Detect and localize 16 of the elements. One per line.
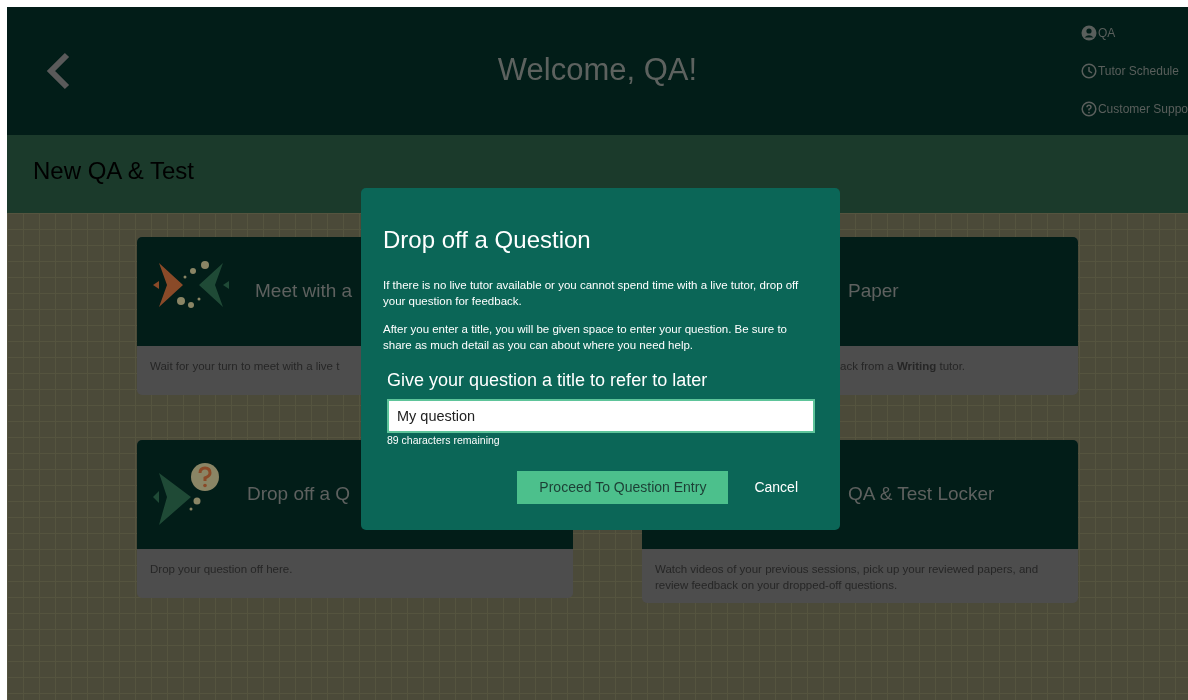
cancel-button[interactable]: Cancel xyxy=(754,470,798,504)
fish-question-icon xyxy=(153,462,221,527)
menu-link[interactable]: Tutor Schedule xyxy=(1080,61,1188,81)
menu-link[interactable]: Customer Suppo xyxy=(1080,99,1188,119)
title-input-field[interactable]: My question xyxy=(387,398,815,433)
user-icon xyxy=(1080,25,1097,41)
card-title: Meet with a xyxy=(255,280,353,303)
menu-link[interactable]: QA xyxy=(1080,23,1188,43)
page-title: Welcome, QA! xyxy=(497,51,698,89)
help-icon xyxy=(1080,101,1097,117)
clock-icon xyxy=(1080,63,1097,79)
card-title: QA & Test Locker xyxy=(848,483,995,506)
card-title: Paper xyxy=(848,280,899,303)
proceed-button[interactable]: Proceed To Question Entry xyxy=(517,470,729,504)
section-title: New QA & Test xyxy=(33,157,195,186)
card-title: Drop off a Q xyxy=(247,483,351,506)
